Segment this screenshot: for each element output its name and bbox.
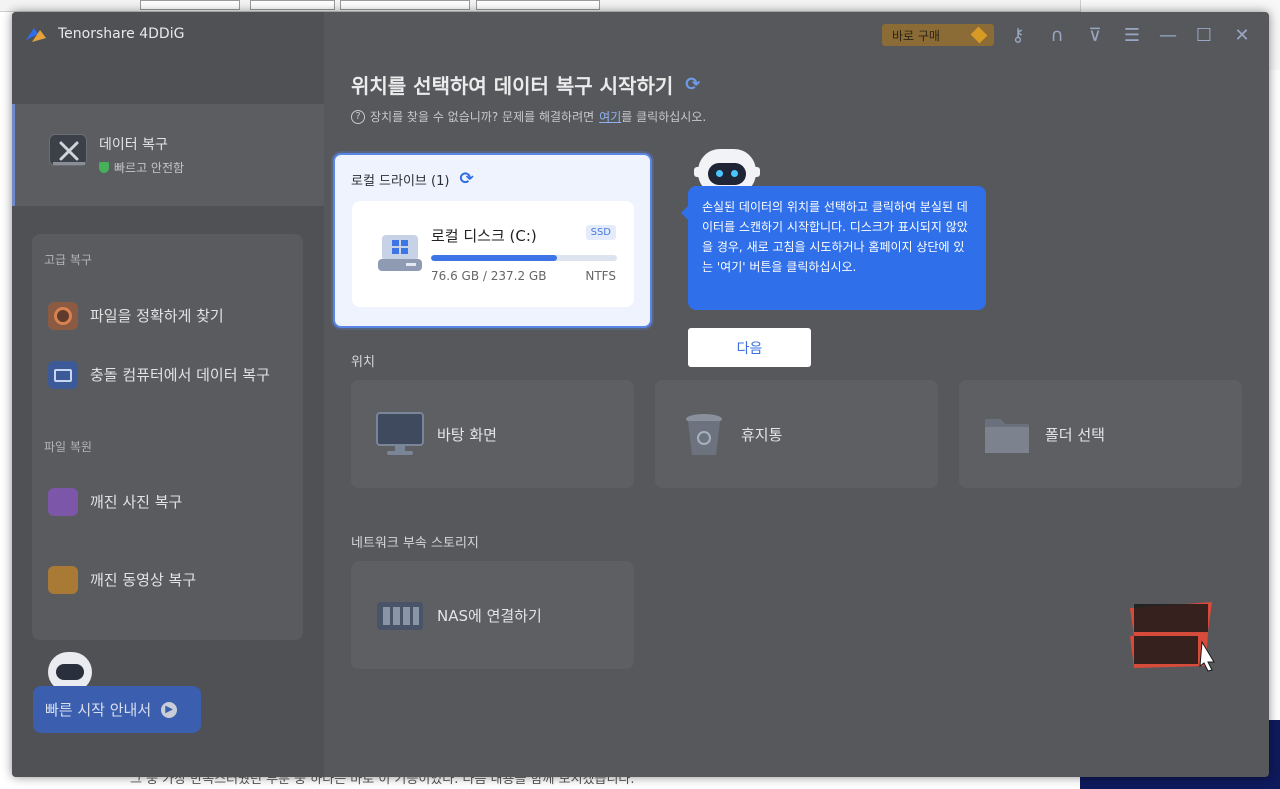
help-text: ? 장치를 찾을 수 없습니까? 문제를 해결하려면 여기 를 클릭하십시오. xyxy=(351,108,706,125)
shield-icon xyxy=(99,162,109,173)
background-editor-toolbar xyxy=(0,0,1080,12)
target-icon xyxy=(48,302,78,330)
help-link[interactable]: 여기 xyxy=(599,108,621,125)
location-label: 바탕 화면 xyxy=(437,425,497,444)
video-icon xyxy=(48,566,78,594)
sidebar-item-crashed-pc[interactable]: 충돌 컴퓨터에서 데이터 복구 xyxy=(48,361,278,389)
minimize-icon[interactable]: — xyxy=(1156,24,1180,46)
tools-icon xyxy=(49,134,87,166)
refresh-icon[interactable]: ⟳ xyxy=(685,74,700,95)
buy-button[interactable]: 바로 구매 xyxy=(882,24,994,46)
local-drives-header: 로컬 드라이브 (1) ⟳ xyxy=(351,169,474,189)
local-drives-panel: 로컬 드라이브 (1) ⟳ 로컬 디스크 (C:) SSD 76.6 GB / … xyxy=(333,153,652,328)
file-restore-label: 파일 복원 xyxy=(44,440,92,454)
network-section-label: 네트워크 부속 스토리지 xyxy=(351,536,479,551)
maximize-icon[interactable]: ☐ xyxy=(1192,24,1216,46)
sidebar-item-sublabel: 빠르고 안전함 xyxy=(99,159,184,176)
sidebar-item-find-files[interactable]: 파일을 정확하게 찾기 xyxy=(48,302,224,330)
location-label: NAS에 연결하기 xyxy=(437,606,542,625)
location-select-folder[interactable]: 폴더 선택 xyxy=(959,380,1242,488)
diamond-icon xyxy=(970,26,988,44)
location-desktop[interactable]: 바탕 화면 xyxy=(351,380,634,488)
drive-size-text: 76.6 GB / 237.2 GB xyxy=(431,269,547,283)
drive-name: 로컬 디스크 (C:) xyxy=(431,227,537,245)
next-button[interactable]: 다음 xyxy=(688,328,811,367)
advanced-recovery-label: 고급 복구 xyxy=(44,253,92,267)
recycle-bin-icon xyxy=(679,411,729,457)
monitor-icon xyxy=(48,361,78,389)
folder-icon xyxy=(983,411,1033,457)
key-icon[interactable]: ⚷ xyxy=(1006,24,1030,46)
quick-start-label: 빠른 시작 안내서 xyxy=(45,701,152,719)
arrow-right-icon: ▶ xyxy=(161,701,178,718)
sidebar-item-data-recovery[interactable]: 데이터 복구 빠르고 안전함 xyxy=(12,104,324,206)
app-title: Tenorshare 4DDiG xyxy=(58,26,185,42)
app-window: Tenorshare 4DDiG 데이터 복구 빠르고 안전함 고급 복구 파일… xyxy=(12,12,1269,777)
drive-type-badge: SSD xyxy=(585,225,616,240)
app-brand: Tenorshare 4DDiG xyxy=(24,24,184,44)
drive-usage-bar xyxy=(431,255,617,261)
disk-drive-icon xyxy=(378,235,422,271)
location-section-label: 위치 xyxy=(351,355,375,370)
question-icon: ? xyxy=(351,109,365,124)
app-logo-icon xyxy=(26,28,46,42)
nas-icon xyxy=(375,592,425,638)
sidebar-item-label: 파일을 정확하게 찾기 xyxy=(90,307,224,325)
menu-icon[interactable]: ☰ xyxy=(1120,24,1144,46)
background-scrollbar[interactable] xyxy=(1268,70,1280,720)
page-title: 위치를 선택하여 데이터 복구 시작하기 ⟳ xyxy=(351,74,701,98)
sidebar-item-label: 충돌 컴퓨터에서 데이터 복구 xyxy=(90,366,270,384)
location-label: 폴더 선택 xyxy=(1045,425,1105,444)
sidebar-item-label: 깨진 사진 복구 xyxy=(90,493,183,511)
location-nas[interactable]: NAS에 연결하기 xyxy=(351,561,634,669)
drive-card-c[interactable]: 로컬 디스크 (C:) SSD 76.6 GB / 237.2 GB NTFS xyxy=(352,201,634,307)
watermark-logo xyxy=(1130,602,1215,672)
feedback-icon[interactable]: ⊽ xyxy=(1083,24,1107,46)
drive-filesystem: NTFS xyxy=(585,269,616,283)
location-recycle-bin[interactable]: 휴지통 xyxy=(655,380,938,488)
refresh-drives-icon[interactable]: ⟳ xyxy=(459,169,473,189)
close-icon[interactable]: ✕ xyxy=(1230,24,1254,46)
quick-start-button[interactable]: 빠른 시작 안내서 ▶ xyxy=(33,686,201,733)
sidebar-item-broken-video[interactable]: 깨진 동영상 복구 xyxy=(48,566,196,594)
desktop-icon xyxy=(375,411,425,457)
sidebar: Tenorshare 4DDiG 데이터 복구 빠르고 안전함 고급 복구 파일… xyxy=(12,12,324,777)
sidebar-item-label: 데이터 복구 xyxy=(99,137,168,153)
guide-tooltip: 손실된 데이터의 위치를 선택하고 클릭하여 분실된 데이터를 스캔하기 시작합… xyxy=(681,186,986,310)
sidebar-item-broken-photo[interactable]: 깨진 사진 복구 xyxy=(48,488,182,516)
sidebar-item-label: 깨진 동영상 복구 xyxy=(90,571,197,589)
headset-icon[interactable]: ∩ xyxy=(1045,24,1069,46)
photo-icon xyxy=(48,488,78,516)
location-label: 휴지통 xyxy=(741,425,783,444)
